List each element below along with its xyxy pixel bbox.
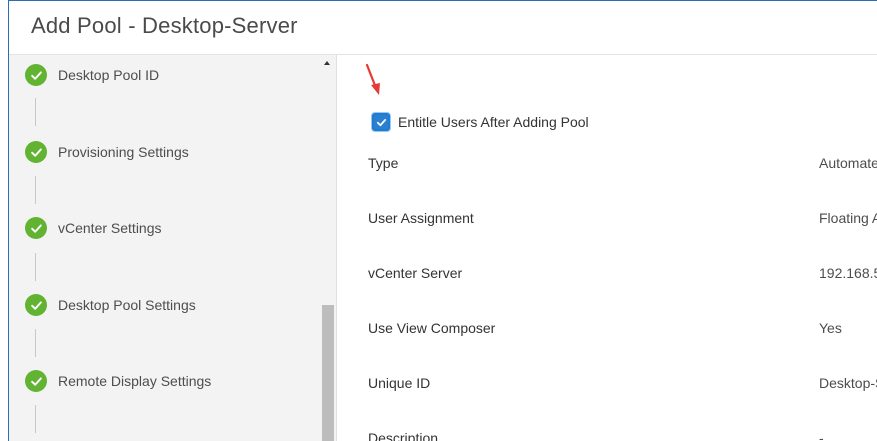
step-label: Remote Display Settings xyxy=(58,373,212,389)
summary-label: Use View Composer xyxy=(368,320,496,336)
scrollbar-thumb[interactable] xyxy=(322,305,334,441)
summary-row-description: Description - xyxy=(338,430,877,441)
summary-label: vCenter Server xyxy=(368,265,463,281)
entitle-users-checkbox[interactable] xyxy=(372,113,390,131)
summary-value: 192.168.5 xyxy=(819,265,877,281)
summary-label: Type xyxy=(368,155,399,171)
summary-row-vcenter-server: vCenter Server 192.168.5 xyxy=(338,265,877,287)
step-label: Provisioning Settings xyxy=(58,144,189,160)
summary-value: - xyxy=(819,430,824,441)
scroll-up-arrow-icon[interactable] xyxy=(324,61,330,65)
step-remote-display-settings[interactable]: Remote Display Settings xyxy=(25,368,211,394)
sidebar-scrollbar[interactable] xyxy=(320,55,336,441)
check-circle-icon xyxy=(25,141,47,163)
step-label: Desktop Pool ID xyxy=(58,67,160,83)
step-connector xyxy=(35,405,36,433)
summary-value: Desktop-S xyxy=(819,375,877,391)
summary-row-type: Type Automate xyxy=(338,155,877,177)
summary-value: Floating A xyxy=(819,210,877,226)
summary-value: Automate xyxy=(819,155,877,171)
dialog-header: Add Pool - Desktop-Server xyxy=(9,1,877,55)
check-circle-icon xyxy=(25,370,47,392)
wizard-steps-sidebar: Desktop Pool ID Provisioning Settings vC… xyxy=(9,55,337,441)
checkmark-icon xyxy=(376,118,386,126)
step-provisioning-settings[interactable]: Provisioning Settings xyxy=(25,139,189,165)
summary-row-unique-id: Unique ID Desktop-S xyxy=(338,375,877,397)
check-circle-icon xyxy=(25,217,47,239)
dialog-window: Add Pool - Desktop-Server Desktop Pool I… xyxy=(8,0,877,441)
check-circle-icon xyxy=(25,294,47,316)
summary-label: Unique ID xyxy=(368,375,431,391)
step-vcenter-settings[interactable]: vCenter Settings xyxy=(25,215,162,241)
step-label: Desktop Pool Settings xyxy=(58,297,196,313)
step-desktop-pool-settings[interactable]: Desktop Pool Settings xyxy=(25,292,196,318)
step-label: vCenter Settings xyxy=(58,220,162,236)
summary-value: Yes xyxy=(819,320,842,336)
check-circle-icon xyxy=(25,64,47,86)
summary-label: User Assignment xyxy=(368,210,474,226)
dialog-title: Add Pool - Desktop-Server xyxy=(31,13,298,38)
step-desktop-pool-id[interactable]: Desktop Pool ID xyxy=(25,62,159,88)
entitle-users-label: Entitle Users After Adding Pool xyxy=(398,114,589,130)
summary-label: Description xyxy=(368,430,439,441)
step-connector xyxy=(35,253,36,281)
summary-panel: Entitle Users After Adding Pool Type Aut… xyxy=(338,55,877,441)
entitle-users-option[interactable]: Entitle Users After Adding Pool xyxy=(372,113,589,131)
summary-row-user-assignment: User Assignment Floating A xyxy=(338,210,877,232)
step-connector xyxy=(35,176,36,204)
step-connector xyxy=(35,329,36,357)
summary-row-use-view-composer: Use View Composer Yes xyxy=(338,320,877,342)
red-arrow-annotation-icon xyxy=(365,63,380,95)
step-connector xyxy=(35,98,36,126)
